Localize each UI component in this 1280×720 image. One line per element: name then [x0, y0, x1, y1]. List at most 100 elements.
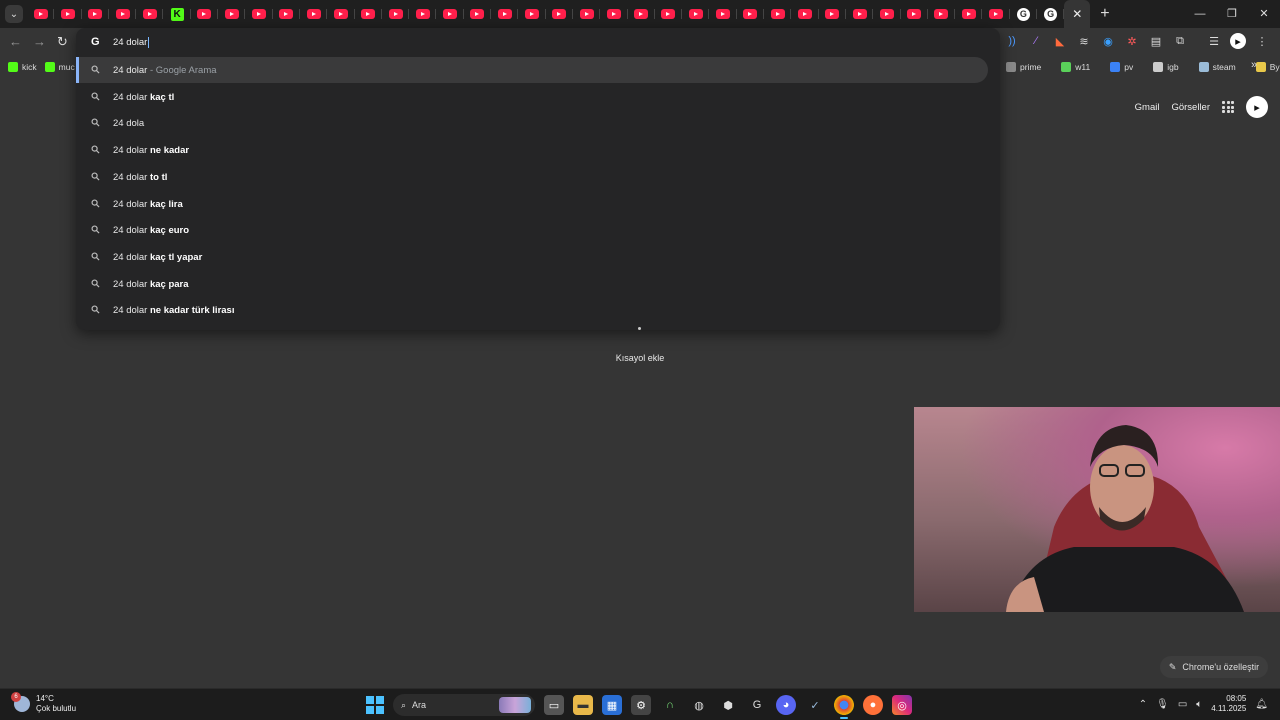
extension-icon[interactable]: ▤	[1148, 33, 1164, 49]
app-icon[interactable]: ◍	[689, 695, 709, 715]
task-view-icon[interactable]: ▭	[544, 695, 564, 715]
app-icon[interactable]: ⬢	[718, 695, 738, 715]
browser-tab[interactable]	[682, 0, 710, 28]
address-bar[interactable]: G 24 dolar	[76, 28, 1000, 56]
chrome-menu-icon[interactable]: ⋮	[1254, 33, 1270, 49]
browser-tab[interactable]	[436, 0, 465, 28]
suggestion-item[interactable]: 24 dolar ne kadar türk lirası	[76, 297, 988, 323]
browser-tab[interactable]	[873, 0, 901, 28]
suggestion-item[interactable]: 24 dolar kaç euro	[76, 217, 988, 243]
browser-tab[interactable]	[791, 0, 819, 28]
store-icon[interactable]: ▦	[602, 695, 622, 715]
chevron-up-icon[interactable]: ⌃	[1139, 699, 1147, 710]
bookmark-steam[interactable]: steam	[1198, 62, 1236, 72]
taskbar-search[interactable]: ⌕ Ara	[393, 694, 535, 716]
close-window-button[interactable]: ✕	[1248, 0, 1280, 28]
browser-tab[interactable]	[737, 0, 765, 28]
clock[interactable]: 08:05 4.11.2025	[1211, 694, 1246, 714]
close-tab-icon[interactable]: ✕	[1072, 7, 1082, 21]
extension-icon[interactable]: ◣	[1052, 33, 1068, 49]
browser-tab[interactable]	[218, 0, 246, 28]
browser-tab[interactable]	[382, 0, 410, 28]
browser-tab[interactable]	[273, 0, 301, 28]
browser-tab[interactable]	[546, 0, 574, 28]
browser-tab[interactable]	[300, 0, 328, 28]
browser-tab[interactable]	[628, 0, 656, 28]
browser-tab[interactable]	[709, 0, 738, 28]
logitech-g-icon[interactable]: G	[747, 695, 767, 715]
shortcut-add-icon[interactable]	[638, 327, 641, 330]
tab-search-button[interactable]: ⌄	[5, 5, 23, 23]
google-apps-icon[interactable]	[1222, 101, 1234, 113]
browser-tab[interactable]	[573, 0, 601, 28]
extension-icon[interactable]: ⁄	[1028, 33, 1044, 49]
suggestion-item[interactable]: 24 dolar kaç tl yapar	[76, 244, 988, 270]
bookmark-pv[interactable]: pv	[1110, 62, 1133, 72]
minimize-button[interactable]: —	[1184, 0, 1216, 28]
extension-icon[interactable]: ◉	[1100, 33, 1116, 49]
browser-tab[interactable]	[655, 0, 683, 28]
browser-tab[interactable]	[819, 0, 847, 28]
browser-tab[interactable]	[191, 0, 219, 28]
notification-bell-icon[interactable]: 🔔︎	[1255, 699, 1268, 710]
images-link[interactable]: Görseller	[1171, 102, 1210, 113]
browser-tab[interactable]	[491, 0, 519, 28]
firefox-icon[interactable]: ●	[863, 695, 883, 715]
extension-icon[interactable]: ≋	[1076, 33, 1092, 49]
browser-tab[interactable]	[955, 0, 983, 28]
back-icon[interactable]: ←	[9, 34, 22, 49]
browser-tab[interactable]	[54, 0, 82, 28]
extension-icon[interactable]: ✲	[1124, 33, 1140, 49]
gmail-link[interactable]: Gmail	[1135, 102, 1160, 113]
browser-tab[interactable]	[928, 0, 956, 28]
bookmark-prime[interactable]: prime	[1006, 62, 1041, 72]
microphone-icon[interactable]: 🎙︎	[1156, 699, 1169, 710]
browser-tab[interactable]	[136, 0, 164, 28]
browser-tab[interactable]	[764, 0, 792, 28]
browser-tab[interactable]: G	[1037, 0, 1065, 28]
suggestion-item[interactable]: 24 dolar - Google Arama	[76, 57, 988, 83]
browser-tab[interactable]	[327, 0, 355, 28]
extensions-puzzle-icon[interactable]: ⧉	[1172, 33, 1188, 49]
instagram-icon[interactable]: ◎	[892, 695, 912, 715]
browser-tab[interactable]: K	[163, 0, 192, 28]
bookmarks-overflow-icon[interactable]: »	[1251, 59, 1257, 71]
network-icon[interactable]: ▭	[1178, 699, 1187, 710]
reading-list-icon[interactable]: ☰	[1206, 33, 1222, 49]
browser-tab[interactable]	[982, 0, 1010, 28]
suggestion-item[interactable]: 24 dolar kaç tl	[76, 84, 988, 110]
browser-tab[interactable]	[27, 0, 55, 28]
headset-icon[interactable]: ∩	[660, 695, 680, 715]
browser-tab[interactable]	[409, 0, 437, 28]
suggestion-item[interactable]: 24 dolar kaç lira	[76, 191, 988, 217]
browser-tab[interactable]	[518, 0, 546, 28]
bookmark-kick[interactable]: kick	[8, 62, 37, 72]
browser-tab[interactable]	[109, 0, 137, 28]
settings-gear-icon[interactable]: ⚙	[631, 695, 651, 715]
discord-icon[interactable]: ◕	[776, 695, 796, 715]
file-explorer-icon[interactable]: ▬	[573, 695, 593, 715]
reload-icon[interactable]: ↻	[57, 34, 68, 50]
browser-tab[interactable]	[355, 0, 383, 28]
forward-icon[interactable]: →	[33, 34, 46, 49]
add-shortcut-label[interactable]: Kısayol ekle	[600, 353, 680, 363]
suggestion-item[interactable]: 24 dola	[76, 110, 988, 136]
browser-tab[interactable]	[464, 0, 492, 28]
bookmark-w11[interactable]: w11	[1061, 62, 1090, 72]
steam-icon[interactable]: ✓	[805, 695, 825, 715]
account-avatar[interactable]: ▸	[1246, 96, 1268, 118]
suggestion-item[interactable]: 24 dolar ne kadar	[76, 137, 988, 163]
browser-tab[interactable]	[245, 0, 273, 28]
restore-button[interactable]: ❐	[1216, 0, 1248, 28]
windows-start-icon[interactable]	[366, 696, 384, 714]
browser-tab[interactable]	[846, 0, 874, 28]
volume-icon[interactable]: 🔈︎	[1196, 699, 1202, 710]
browser-tab[interactable]: G	[1010, 0, 1038, 28]
extension-icon[interactable]: ))	[1004, 33, 1020, 49]
bookmark-muc[interactable]: muc	[44, 62, 75, 72]
address-input[interactable]: 24 dolar	[113, 37, 150, 48]
browser-tab[interactable]	[901, 0, 929, 28]
suggestion-item[interactable]: 24 dolar to tl	[76, 164, 988, 190]
active-tab[interactable]: ✕	[1064, 0, 1091, 28]
browser-tab[interactable]	[82, 0, 110, 28]
